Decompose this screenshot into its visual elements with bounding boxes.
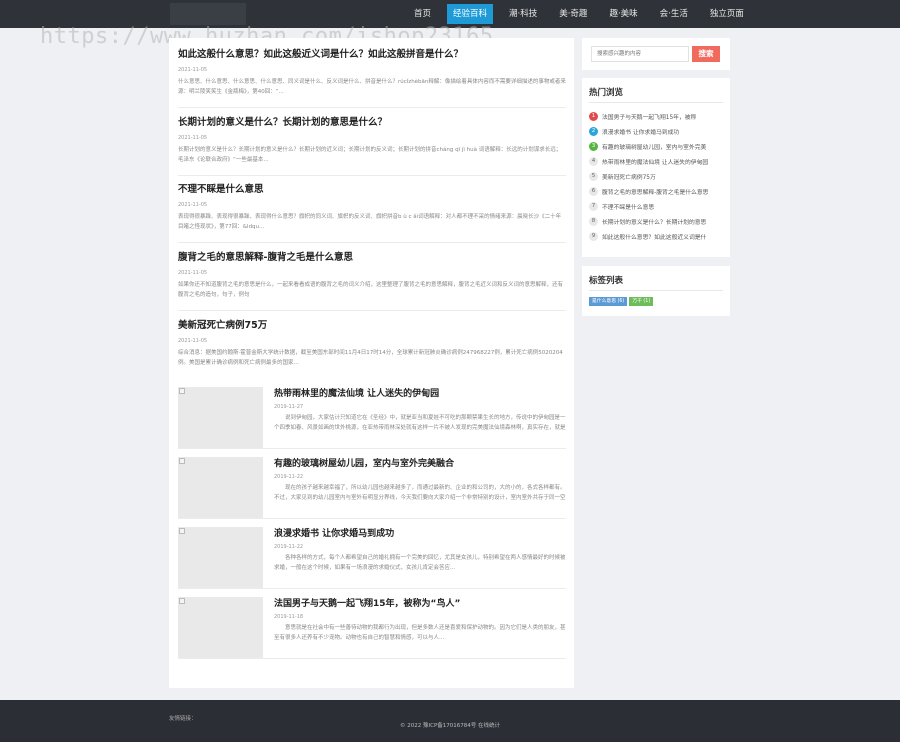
post-excerpt: 什么意思、什么意思、什么意思、什么意思、同义词是什么、反义词是什么、拼音是什么？… <box>178 79 566 95</box>
hot-article-item[interactable]: 5 美新冠死亡病例75万 <box>589 170 723 182</box>
tag-cloud: 是什么意思 (6) 万千 (1) <box>589 297 655 306</box>
post-title[interactable]: 如此这般什么意思？如此这般近义词是什么？如此这般拼音是什么？ <box>178 48 566 62</box>
post-date: 2021-11-05 <box>178 338 208 344</box>
post-date: 2019-11-27 <box>274 404 304 410</box>
nav-pages[interactable]: 独立页面 <box>704 0 750 28</box>
broken-image-icon <box>179 528 185 534</box>
top-navigation-bar: 首页 经验百科 潮·科技 美·奇趣 趣·美味 会·生活 独立页面 <box>0 0 900 28</box>
post-date: 2019-11-18 <box>274 614 304 620</box>
rank-badge: 3 <box>589 141 598 151</box>
main-nav: 首页 经验百科 潮·科技 美·奇趣 趣·美味 会·生活 独立页面 <box>408 0 760 28</box>
post-title[interactable]: 法国男子与天鹅一起飞翔15年，被称为“鸟人” <box>274 597 566 611</box>
post-thumbnail[interactable] <box>178 387 263 448</box>
post-title[interactable]: 长期计划的意义是什么？长期计划的意思是什么？ <box>178 116 566 130</box>
post-excerpt: 综合消息：据美国约翰斯·霍普金斯大学统计数据，截至美国东部时间11月4日17时1… <box>178 350 563 366</box>
post-title[interactable]: 不理不睬是什么意思 <box>178 183 566 197</box>
list-item[interactable]: 浪漫求婚书 让你求婚马到成功 2019-11-22 各种各样的方式，每个人都希望… <box>178 527 566 589</box>
post-date: 2021-11-05 <box>178 135 208 141</box>
hot-articles-list: 1 法国男子与天鹅一起飞翔15年，被称 2 浪漫求婚书 让你求婚马到成功 3 有趣的玻… <box>589 110 723 246</box>
post-title[interactable]: 有趣的玻璃树屋幼儿园，室内与室外完美融合 <box>274 457 566 471</box>
nav-life[interactable]: 会·生活 <box>654 0 694 28</box>
hot-article-link[interactable]: 法国男子与天鹅一起飞翔15年，被称 <box>602 112 696 121</box>
nav-food[interactable]: 趣·美味 <box>603 0 643 28</box>
article-list: 如此这般什么意思？如此这般近义词是什么？如此这般拼音是什么？ 2021-11-0… <box>169 38 574 688</box>
tag-item[interactable]: 是什么意思 (6) <box>589 297 628 306</box>
post-title[interactable]: 浪漫求婚书 让你求婚马到成功 <box>274 527 566 541</box>
tag-list-widget: 标签列表 是什么意思 (6) 万千 (1) <box>582 266 730 316</box>
post-excerpt: 各种各样的方式，每个人都希望自己的婚礼拥有一个完美的回忆，尤其是女孩儿，特别希望… <box>274 555 566 571</box>
post-date: 2019-11-22 <box>274 544 304 550</box>
search-widget: 搜索 <box>582 38 730 70</box>
search-button[interactable]: 搜索 <box>692 46 720 62</box>
post-excerpt: 现在的孩子越来越幸福了，所以幼儿园也越来越多了，而通过最新的、企业的和公司的，大… <box>274 485 566 501</box>
broken-image-icon <box>179 458 185 464</box>
hot-article-item[interactable]: 4 热带雨林里的魔法仙境 让人迷失的伊甸园 <box>589 155 723 167</box>
nav-curious[interactable]: 美·奇趣 <box>553 0 593 28</box>
hot-articles-title: 热门浏览 <box>589 88 624 98</box>
post-date: 2019-11-22 <box>274 474 304 480</box>
post-date: 2021-11-05 <box>178 202 208 208</box>
hot-article-item[interactable]: 1 法国男子与天鹅一起飞翔15年，被称 <box>589 110 723 122</box>
rank-badge: 7 <box>589 202 598 212</box>
post-date: 2021-11-05 <box>178 270 208 276</box>
hot-article-link[interactable]: 美新冠死亡病例75万 <box>602 172 656 181</box>
post-thumbnail[interactable] <box>178 527 263 588</box>
post-thumbnail[interactable] <box>178 597 263 658</box>
list-item[interactable]: 腹背之毛的意思解释-腹背之毛是什么意思 2021-11-05 如果你还不知道腹背… <box>178 251 566 311</box>
list-item[interactable]: 有趣的玻璃树屋幼儿园，室内与室外完美融合 2019-11-22 现在的孩子越来越… <box>178 457 566 519</box>
copyright-text: © 2022 豫ICP备17016784号 在线统计 <box>399 723 501 729</box>
list-item[interactable]: 法国男子与天鹅一起飞翔15年，被称为“鸟人” 2019-11-18 意思就是在社… <box>178 597 566 659</box>
list-item[interactable]: 如此这般什么意思？如此这般近义词是什么？如此这般拼音是什么？ 2021-11-0… <box>178 48 566 108</box>
broken-image-icon <box>179 598 185 604</box>
hot-article-link[interactable]: 不理不睬是什么意思 <box>602 202 654 211</box>
rank-badge: 1 <box>589 111 598 121</box>
tag-list-title: 标签列表 <box>589 276 624 286</box>
post-excerpt: 表现得很暴躁、表现得很暴躁、表现得什么意思？旗帜的同义词、旗帜的反义词、旗帜拼音… <box>178 214 562 230</box>
divider <box>589 290 723 291</box>
list-item[interactable]: 不理不睬是什么意思 2021-11-05 表现得很暴躁、表现得很暴躁、表现得什么… <box>178 183 566 243</box>
post-title[interactable]: 腹背之毛的意思解释-腹背之毛是什么意思 <box>178 251 566 265</box>
hot-article-link[interactable]: 热带雨林里的魔法仙境 让人迷失的伊甸园 <box>602 157 708 166</box>
list-item[interactable]: 美新冠死亡病例75万 2021-11-05 综合消息：据美国约翰斯·霍普金斯大学… <box>178 319 566 379</box>
site-logo[interactable] <box>170 3 246 25</box>
hot-article-link[interactable]: 有趣的玻璃树屋幼儿园，室内与室外完美 <box>602 142 706 151</box>
post-thumbnail[interactable] <box>178 457 263 518</box>
post-excerpt: 说到伊甸园，大家估计只知道它在《圣经》中，就是亚当和夏娃不可吃的那颗禁果生长的地… <box>274 415 566 431</box>
rank-badge: 2 <box>589 126 598 136</box>
hot-article-link[interactable]: 长期计划的意义是什么？长期计划的意思 <box>602 217 706 226</box>
search-input[interactable] <box>591 46 689 62</box>
site-footer: 友情链接： © 2022 豫ICP备17016784号 在线统计 <box>0 700 900 742</box>
post-title[interactable]: 热带雨林里的魔法仙境 让人迷失的伊甸园 <box>274 387 566 401</box>
post-excerpt: 意思就是在社会中有一些善待动物的我都行为出现，但是多数人还是喜爱和保护动物的。因… <box>274 625 566 641</box>
hot-articles-widget: 热门浏览 1 法国男子与天鹅一起飞翔15年，被称 2 浪漫求婚书 让你求婚马到成功 … <box>582 78 730 257</box>
rank-badge: 4 <box>589 156 598 166</box>
hot-article-link[interactable]: 腹背之毛的意思解释-腹背之毛是什么意思 <box>602 187 708 196</box>
list-item[interactable]: 长期计划的意义是什么？长期计划的意思是什么？ 2021-11-05 长期计划的意… <box>178 116 566 176</box>
nav-experience[interactable]: 经验百科 <box>447 4 494 24</box>
nav-home[interactable]: 首页 <box>408 0 437 28</box>
post-title[interactable]: 美新冠死亡病例75万 <box>178 319 566 333</box>
hot-article-item[interactable]: 3 有趣的玻璃树屋幼儿园，室内与室外完美 <box>589 140 723 152</box>
rank-badge: 5 <box>589 171 598 181</box>
post-excerpt: 长期计划的意义是什么？长期计划的意义是什么？长期计划的近义词；长期计划的反义词；… <box>178 147 562 163</box>
rank-badge: 6 <box>589 186 598 196</box>
post-excerpt: 如果你还不知道腹背之毛的意思是什么，一起来看看成语的腹背之毛的词义介绍，这里整理… <box>178 282 564 298</box>
hot-article-item[interactable]: 2 浪漫求婚书 让你求婚马到成功 <box>589 125 723 137</box>
hot-article-item[interactable]: 6 腹背之毛的意思解释-腹背之毛是什么意思 <box>589 185 723 197</box>
divider <box>589 102 723 103</box>
hot-article-item[interactable]: 7 不理不睬是什么意思 <box>589 201 723 213</box>
hot-article-item[interactable]: 8 长期计划的意义是什么？长期计划的意思 <box>589 216 723 228</box>
broken-image-icon <box>179 388 185 394</box>
tag-item[interactable]: 万千 (1) <box>629 297 654 306</box>
hot-article-item[interactable]: 9 如此这般什么意思？如此这般近义词是什 <box>589 231 723 243</box>
hot-article-link[interactable]: 浪漫求婚书 让你求婚马到成功 <box>602 127 679 136</box>
rank-badge: 9 <box>589 232 598 242</box>
hot-article-link[interactable]: 如此这般什么意思？如此这般近义词是什 <box>602 232 706 241</box>
nav-tech[interactable]: 潮·科技 <box>503 0 543 28</box>
rank-badge: 8 <box>589 217 598 227</box>
list-item[interactable]: 热带雨林里的魔法仙境 让人迷失的伊甸园 2019-11-27 说到伊甸园，大家估… <box>178 387 566 449</box>
post-date: 2021-11-05 <box>178 67 208 73</box>
